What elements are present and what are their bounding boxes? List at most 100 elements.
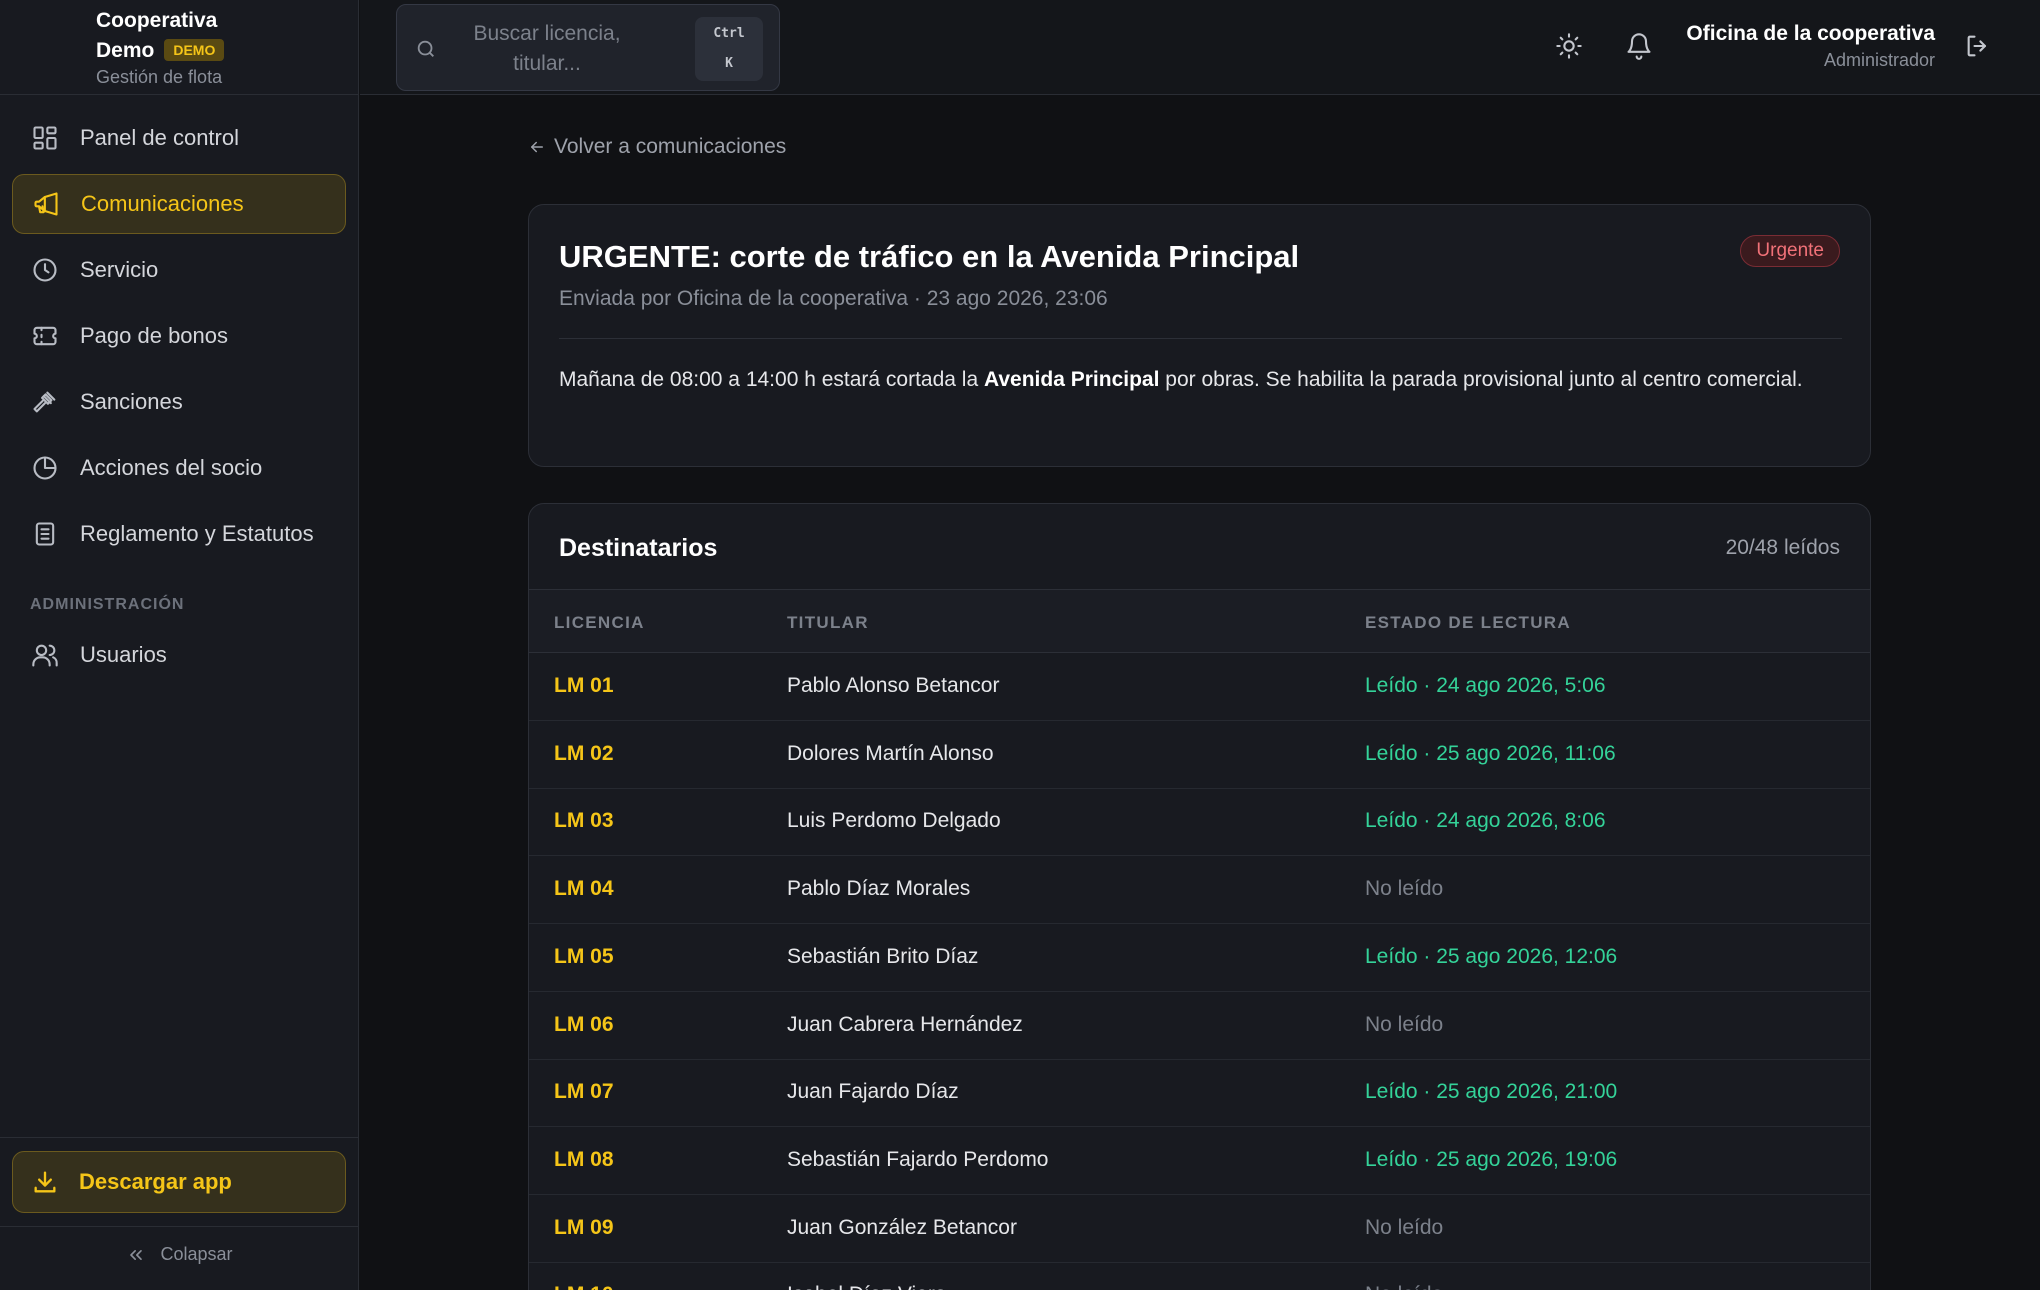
message-meta: Enviada por Oficina de la cooperativa · … bbox=[559, 287, 1108, 310]
user-name: Oficina de la cooperativa bbox=[1686, 22, 1935, 45]
dashboard-icon bbox=[30, 123, 60, 153]
sidebar-item-servicio[interactable]: Servicio bbox=[12, 240, 346, 300]
sidebar-item-panel-de-control[interactable]: Panel de control bbox=[12, 108, 346, 168]
license-link[interactable]: LM 02 bbox=[554, 742, 614, 766]
shortcut-key-ctrl: Ctrl bbox=[713, 26, 745, 41]
table-row[interactable]: LM 03 Luis Perdomo Delgado Leído · 24 ago … bbox=[529, 788, 1870, 857]
recipients-card: Destinatarios 20/48 leídos LICENCIA TITU… bbox=[528, 503, 1871, 1290]
message-body: Mañana de 08:00 a 14:00 h estará cortada… bbox=[559, 365, 1842, 395]
read-status: No leído bbox=[1365, 1012, 1444, 1036]
sidebar-item-label: Servicio bbox=[80, 257, 159, 282]
holder-name: Juan González Betancor bbox=[787, 1215, 1017, 1239]
license-link[interactable]: LM 09 bbox=[554, 1216, 614, 1240]
chevrons-left-icon bbox=[130, 1249, 143, 1260]
sidebar-item-label: Reglamento y Estatutos bbox=[80, 521, 314, 546]
divider bbox=[0, 1137, 359, 1138]
holder-name: Sebastián Fajardo Perdomo bbox=[787, 1147, 1049, 1171]
sidebar-item-sanciones[interactable]: Sanciones bbox=[12, 372, 346, 432]
read-status: Leído · 25 ago 2026, 11:06 bbox=[1365, 741, 1616, 765]
brand-name-line2: Demo bbox=[96, 39, 155, 62]
collapse-button[interactable]: Colapsar bbox=[0, 1244, 359, 1265]
table-row[interactable]: LM 10 Isabel Díaz Viera No leído bbox=[529, 1262, 1870, 1290]
sidebar-item-label: Comunicaciones bbox=[81, 191, 244, 216]
download-icon bbox=[34, 1171, 56, 1193]
priority-badge: Urgente bbox=[1740, 235, 1840, 267]
table-row[interactable]: LM 05 Sebastián Brito Díaz Leído · 25 ago … bbox=[529, 924, 1870, 992]
read-status: No leído bbox=[1365, 1215, 1444, 1239]
license-link[interactable]: LM 08 bbox=[554, 1148, 614, 1172]
sidebar-item-acciones-del-socio[interactable]: Acciones del socio bbox=[12, 438, 346, 498]
sidebar-item-label: Pago de bonos bbox=[80, 323, 229, 348]
collapse-label: Colapsar bbox=[160, 1244, 233, 1264]
holder-name: Pablo Díaz Morales bbox=[787, 877, 971, 901]
demo-badge: DEMO bbox=[164, 39, 225, 61]
clock-icon bbox=[30, 255, 60, 285]
notifications-bell-icon[interactable] bbox=[1625, 32, 1653, 65]
license-link[interactable]: LM 01 bbox=[554, 674, 614, 698]
holder-name: Sebastián Brito Díaz bbox=[787, 944, 979, 968]
column-header-licencia[interactable]: LICENCIA bbox=[554, 613, 645, 633]
document-icon bbox=[30, 519, 60, 549]
sidebar-item-usuarios[interactable]: Usuarios bbox=[12, 625, 346, 685]
table-row[interactable]: LM 08 Sebastián Fajardo Perdomo Leído · 25… bbox=[529, 1127, 1870, 1195]
column-header-estado[interactable]: ESTADO DE LECTURA bbox=[1365, 613, 1571, 633]
sidebar-item-label: Panel de control bbox=[80, 125, 239, 150]
ticket-icon bbox=[30, 321, 60, 351]
column-header-titular[interactable]: TITULAR bbox=[787, 613, 869, 633]
user-menu[interactable]: Oficina de la cooperativa Administrador bbox=[1686, 22, 1935, 71]
back-to-communications-link[interactable]: Volver a comunicaciones bbox=[528, 135, 786, 159]
sidebar-item-reglamento[interactable]: Reglamento y Estatutos bbox=[12, 504, 346, 564]
search-placeholder: Buscar licencia, titular... bbox=[473, 22, 621, 75]
message-body-text: por obras. Se habilita la parada provisi… bbox=[1159, 368, 1803, 391]
sidebar-item-pago-de-bonos[interactable]: Pago de bonos bbox=[12, 306, 346, 366]
read-status: No leído bbox=[1365, 1283, 1443, 1290]
arrow-left-icon bbox=[531, 141, 543, 153]
user-role: Administrador bbox=[1823, 50, 1935, 70]
table-row[interactable]: LM 01 Pablo Alonso Betancor Leído · 24 ago… bbox=[529, 653, 1870, 721]
theme-toggle-sun-icon[interactable] bbox=[1555, 32, 1583, 65]
table-row[interactable]: LM 04 Pablo Díaz Morales No leído bbox=[529, 856, 1870, 925]
users-icon bbox=[30, 640, 60, 670]
section-label-administracion: ADMINISTRACIÓN bbox=[30, 596, 185, 613]
brand-subtitle: Gestión de flota bbox=[96, 67, 223, 87]
table-row[interactable]: LM 09 Juan González Betancor No leído bbox=[529, 1195, 1870, 1263]
brand[interactable]: Cooperativa Demo DEMO Gestión de flota bbox=[96, 6, 346, 88]
read-status: Leído · 25 ago 2026, 12:06 bbox=[1365, 944, 1618, 968]
license-link[interactable]: LM 07 bbox=[554, 1080, 614, 1104]
search-input[interactable]: Buscar licencia, titular... Ctrl K bbox=[396, 4, 780, 91]
megaphone-icon bbox=[31, 189, 61, 219]
holder-name: Juan Cabrera Hernández bbox=[787, 1012, 1023, 1036]
license-link[interactable]: LM 10 bbox=[554, 1283, 614, 1290]
pie-chart-icon bbox=[30, 453, 60, 483]
divider bbox=[0, 1226, 359, 1227]
keyboard-shortcut-hint: Ctrl K bbox=[695, 17, 763, 81]
table-row[interactable]: LM 07 Juan Fajardo Díaz Leído · 25 ago 202… bbox=[529, 1059, 1870, 1128]
read-status: No leído bbox=[1365, 877, 1444, 901]
license-link[interactable]: LM 03 bbox=[554, 809, 614, 833]
read-status: Leído · 25 ago 2026, 19:06 bbox=[1365, 1147, 1618, 1171]
sidebar-item-comunicaciones[interactable]: Comunicaciones bbox=[12, 174, 346, 234]
holder-name: Dolores Martín Alonso bbox=[787, 741, 994, 765]
license-link[interactable]: LM 06 bbox=[554, 1013, 614, 1037]
license-link[interactable]: LM 05 bbox=[554, 945, 614, 969]
message-card: URGENTE: corte de tráfico en la Avenida … bbox=[528, 204, 1871, 467]
holder-name: Luis Perdomo Delgado bbox=[787, 809, 1001, 833]
sidebar-item-label: Usuarios bbox=[80, 642, 167, 667]
sidebar-item-label: Acciones del socio bbox=[80, 455, 263, 480]
table-row[interactable]: LM 02 Dolores Martín Alonso Leído · 25 ago… bbox=[529, 721, 1870, 789]
license-link[interactable]: LM 04 bbox=[554, 877, 614, 901]
holder-name: Pablo Alonso Betancor bbox=[787, 674, 1000, 697]
divider bbox=[559, 338, 1842, 339]
read-status: Leído · 24 ago 2026, 8:06 bbox=[1365, 809, 1606, 833]
read-status: Leído · 25 ago 2026, 21:00 bbox=[1365, 1080, 1618, 1104]
read-count: 20/48 leídos bbox=[1725, 536, 1840, 559]
logout-icon[interactable] bbox=[1964, 32, 1992, 65]
shortcut-key-k: K bbox=[725, 56, 733, 71]
sidebar: Cooperativa Demo DEMO Gestión de flota Pa… bbox=[0, 0, 359, 1290]
download-app-button[interactable]: Descargar app bbox=[12, 1151, 346, 1213]
brand-name-line1: Cooperativa bbox=[96, 9, 218, 32]
sidebar-item-label: Sanciones bbox=[80, 389, 183, 414]
divider bbox=[0, 94, 359, 95]
table-row[interactable]: LM 06 Juan Cabrera Hernández No leído bbox=[529, 992, 1870, 1060]
recipients-title: Destinatarios bbox=[559, 534, 718, 562]
